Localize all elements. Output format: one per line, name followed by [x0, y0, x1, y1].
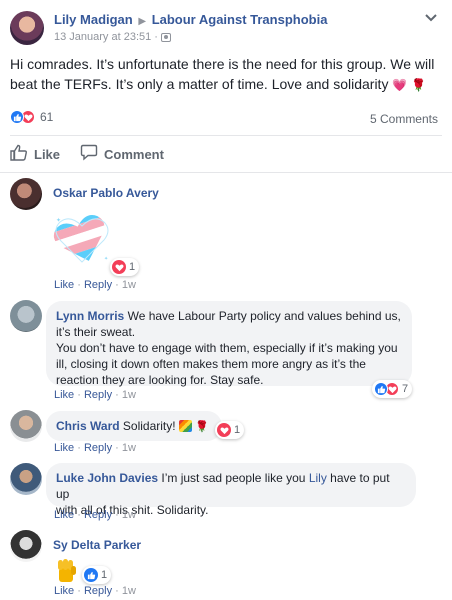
post-header: Lily Madigan ▶ Labour Against Transphobi…: [54, 12, 327, 27]
comment-line: Luke John Davies I’m just sad people lik…: [56, 471, 390, 501]
svg-text:✦: ✦: [56, 217, 61, 224]
comment-like-link[interactable]: Like: [54, 442, 74, 454]
comment-avatar[interactable]: [10, 178, 42, 210]
rose-emoji-icon: 🌹: [195, 421, 209, 433]
comment-author-name[interactable]: Chris Ward: [56, 419, 120, 433]
post-author-avatar[interactable]: [10, 11, 44, 45]
like-reaction-icon: [374, 382, 388, 396]
comment-author-name[interactable]: Luke John Davies: [56, 471, 158, 485]
post-comment-button[interactable]: Comment: [80, 144, 164, 164]
post-options-chevron-icon[interactable]: [424, 10, 440, 24]
comment-line: reaction they are looking for. Stay safe…: [56, 373, 264, 387]
comment-line: ill, closing it down often makes them mo…: [56, 357, 366, 371]
trans-flag-heart-sticker: ✦ ✦ ✦: [50, 211, 114, 269]
comment-actions: Like · Reply · 1w: [54, 509, 136, 521]
comment-age[interactable]: 1w: [122, 389, 136, 401]
arrow-right-icon: ▶: [138, 16, 147, 27]
comment-reaction-chip[interactable]: 1: [215, 421, 245, 439]
post-group-name[interactable]: Labour Against Transphobia: [152, 12, 328, 27]
post-reactions-summary[interactable]: 61: [10, 110, 53, 124]
like-reaction-icon: [10, 110, 24, 124]
comment-reply-link[interactable]: Reply: [84, 389, 112, 401]
love-reaction-icon: [217, 423, 231, 437]
speech-bubble-icon: [80, 144, 98, 164]
comment-bubble: Luke John Davies I’m just sad people lik…: [46, 463, 416, 517]
rainbow-flag-emoji-icon: [178, 420, 192, 432]
comment-like-link[interactable]: Like: [54, 585, 74, 597]
post-timestamp[interactable]: 13 January at 23:51: [54, 31, 151, 43]
raised-fist-emoji-icon: [54, 556, 80, 584]
comment-reply-link[interactable]: Reply: [84, 509, 112, 521]
comment-line: You don’t have to engage with them, espe…: [56, 341, 398, 355]
rose-emoji-icon: 🌹: [411, 78, 427, 92]
comment-avatar[interactable]: [10, 463, 42, 495]
comment-actions: Like · Reply · 1w: [54, 389, 136, 401]
comment-bubble: Lynn Morris We have Labour Party policy …: [46, 301, 412, 387]
mention-link[interactable]: Lily: [309, 471, 327, 485]
like-reaction-icon: [84, 568, 98, 582]
comment-line: it’s their sweat.: [56, 325, 136, 339]
post-text: Hi comrades. It’s unfortunate there is t…: [10, 56, 435, 92]
comment-author-name[interactable]: Oskar Pablo Avery: [53, 186, 159, 200]
comment-age[interactable]: 1w: [122, 585, 136, 597]
audience-group-icon: [160, 32, 171, 42]
comment-reply-link[interactable]: Reply: [84, 442, 112, 454]
comment-avatar[interactable]: [10, 300, 42, 332]
post-author-name[interactable]: Lily Madigan: [54, 12, 133, 27]
thumbs-up-outline-icon: [10, 144, 28, 164]
svg-text:✦: ✦: [104, 256, 108, 262]
comment-actions: Like · Reply · 1w: [54, 279, 136, 291]
comment-actions: Like · Reply · 1w: [54, 442, 136, 454]
comment-reaction-chip[interactable]: 1: [82, 566, 112, 584]
comment-reply-link[interactable]: Reply: [84, 279, 112, 291]
comment-age[interactable]: 1w: [122, 279, 136, 291]
comment-reaction-chip[interactable]: 1: [110, 258, 140, 276]
svg-text:✦: ✦: [99, 229, 106, 238]
pink-heart-emoji-icon: 💗: [392, 78, 408, 92]
comment-reaction-chip[interactable]: 7: [372, 380, 413, 398]
comment-like-link[interactable]: Like: [54, 279, 74, 291]
divider: [10, 135, 442, 136]
comment-actions: Like · Reply · 1w: [54, 585, 136, 597]
comment-line: Lynn Morris We have Labour Party policy …: [56, 309, 401, 323]
post-reaction-count: 61: [40, 110, 54, 124]
post-like-button[interactable]: Like: [10, 144, 60, 164]
comment-age[interactable]: 1w: [122, 509, 136, 521]
comment-bubble: Chris Ward Solidarity! 🌹: [46, 411, 222, 441]
post-comment-count[interactable]: 5 Comments: [370, 112, 438, 126]
comment-avatar[interactable]: [10, 530, 42, 562]
comment-age[interactable]: 1w: [122, 442, 136, 454]
comment-like-link[interactable]: Like: [54, 389, 74, 401]
comment-author-name[interactable]: Sy Delta Parker: [53, 538, 141, 552]
post-meta: 13 January at 23:51 ·: [54, 31, 171, 43]
comment-avatar[interactable]: [10, 410, 42, 442]
comment-reply-link[interactable]: Reply: [84, 585, 112, 597]
love-reaction-icon: [112, 260, 126, 274]
comment-author-name[interactable]: Lynn Morris: [56, 309, 124, 323]
comment-like-link[interactable]: Like: [54, 509, 74, 521]
